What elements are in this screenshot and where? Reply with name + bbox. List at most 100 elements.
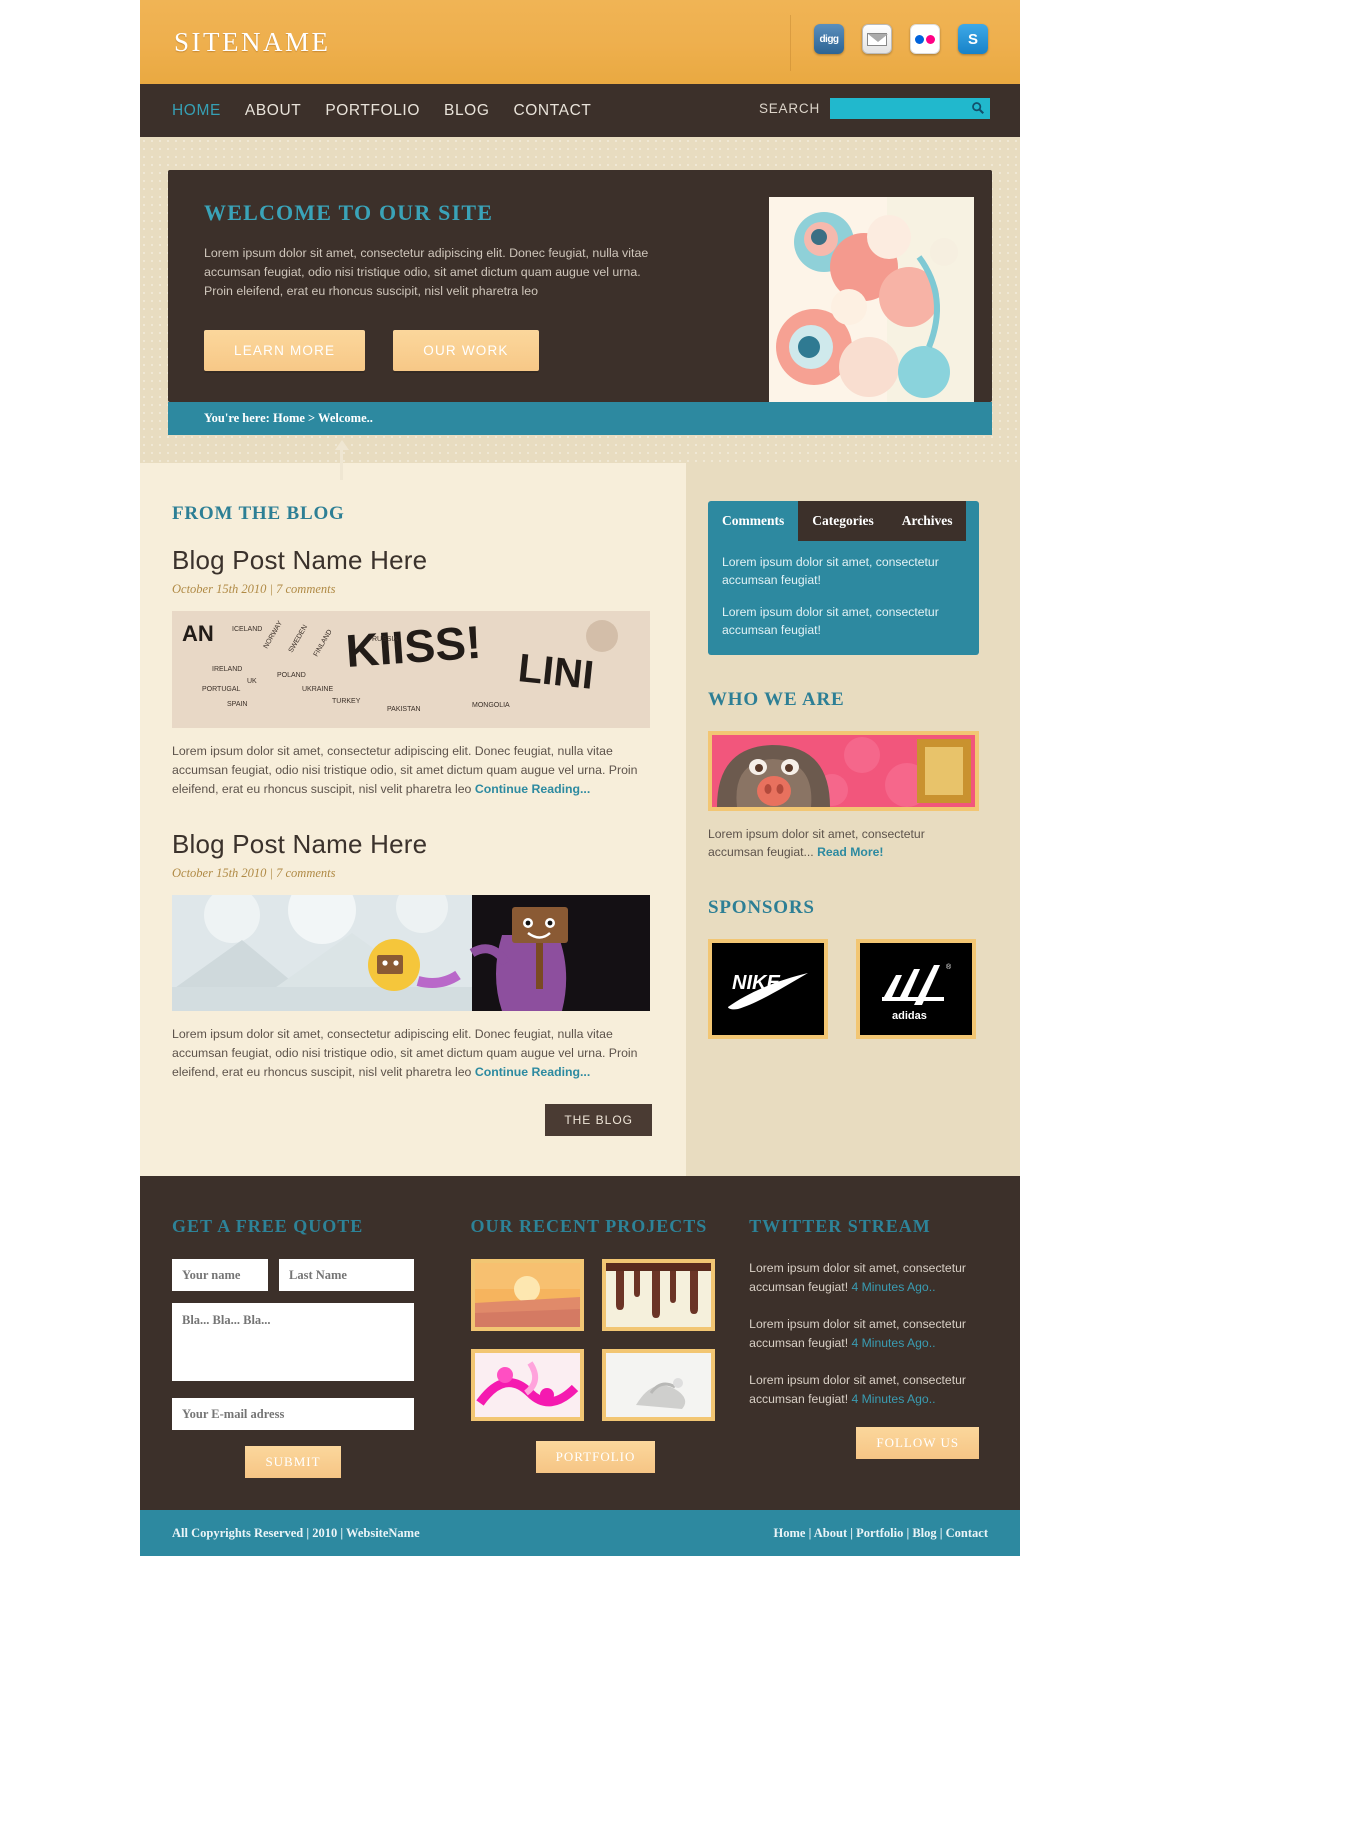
project-thumb[interactable] <box>601 1349 715 1421</box>
nav-item-contact[interactable]: CONTACT <box>513 102 591 120</box>
search-input[interactable] <box>830 101 991 116</box>
digg-icon[interactable]: digg <box>814 24 844 54</box>
blog-column: FROM THE BLOG Blog Post Name Here Octobe… <box>140 463 686 1176</box>
email-row <box>172 1398 471 1430</box>
submit-button[interactable]: SUBMIT <box>245 1446 341 1478</box>
follow-us-button[interactable]: FOLLOW US <box>856 1427 980 1459</box>
comment-item[interactable]: Lorem ipsum dolor sit amet, consectetur … <box>722 553 965 589</box>
the-blog-button[interactable]: THE BLOG <box>545 1104 652 1136</box>
tweet-item: Lorem ipsum dolor sit amet, consectetur … <box>749 1371 979 1409</box>
message-textarea[interactable] <box>172 1303 414 1381</box>
comment-item[interactable]: Lorem ipsum dolor sit amet, consectetur … <box>722 603 965 639</box>
svg-text:KIISS!: KIISS! <box>344 616 483 677</box>
svg-text:AN: AN <box>182 621 214 646</box>
blog-artwork-typography: KIISS! LINI AN ICELAND NORWAY SWEDEN FINLA… <box>172 611 650 728</box>
hero-image <box>769 197 974 409</box>
svg-text:MONGOLIA: MONGOLIA <box>472 702 510 709</box>
tab-categories[interactable]: Categories <box>798 501 888 541</box>
svg-text:UKRAINE: UKRAINE <box>302 686 333 693</box>
learn-more-button[interactable]: LEARN MORE <box>204 330 366 371</box>
email-icon[interactable] <box>862 24 892 54</box>
grey-sketch-artwork <box>605 1353 711 1417</box>
continue-reading-link[interactable]: Continue Reading... <box>475 1065 590 1079</box>
svg-text:ICELAND: ICELAND <box>232 626 262 633</box>
quote-form-column: GET A FREE QUOTE SUBMIT <box>172 1216 471 1478</box>
blog-post-meta: October 15th 2010 | 7 comments <box>172 866 336 880</box>
breadcrumb: You're here: Home > Welcome.. <box>168 402 992 435</box>
envelope-glyph <box>867 32 888 46</box>
drip-artwork <box>605 1263 711 1327</box>
first-name-input[interactable] <box>172 1259 268 1291</box>
flickr-dot-blue <box>915 34 924 44</box>
tab-comments[interactable]: Comments <box>708 501 798 541</box>
twitter-column: TWITTER STREAM Lorem ipsum dolor sit ame… <box>749 1216 988 1478</box>
continue-reading-link[interactable]: Continue Reading... <box>475 782 590 796</box>
site-header: SITENAME digg S <box>140 0 1020 84</box>
svg-text:POLAND: POLAND <box>277 672 306 679</box>
sidebar: Comments Categories Archives Lorem ipsum… <box>686 463 1020 1176</box>
nav-item-home[interactable]: HOME <box>172 102 221 120</box>
tweet-time[interactable]: 4 Minutes Ago.. <box>851 1336 935 1350</box>
tweet-item: Lorem ipsum dolor sit amet, consectetur … <box>749 1259 979 1297</box>
who-we-are-text: Lorem ipsum dolor sit amet, consectetur … <box>708 825 979 861</box>
nav-item-about[interactable]: ABOUT <box>245 102 301 120</box>
twitter-title: TWITTER STREAM <box>749 1216 931 1236</box>
blog-post: Blog Post Name Here October 15th 2010 | … <box>172 545 652 799</box>
footer-links[interactable]: Home | About | Portfolio | Blog | Contac… <box>774 1526 988 1541</box>
pointer-line <box>340 448 343 480</box>
svg-text:UK: UK <box>247 678 257 685</box>
blog-post: Blog Post Name Here October 15th 2010 | … <box>172 829 652 1082</box>
flickr-icon[interactable] <box>910 24 940 54</box>
tabs-widget: Comments Categories Archives Lorem ipsum… <box>708 501 979 655</box>
email-input[interactable] <box>172 1398 414 1430</box>
projects-column: OUR RECENT PROJECTS PORTFOLIO <box>470 1216 750 1478</box>
blog-post-title[interactable]: Blog Post Name Here <box>172 545 652 576</box>
who-we-are-image <box>708 731 979 811</box>
submit-row: SUBMIT <box>172 1446 414 1478</box>
last-name-input[interactable] <box>279 1259 414 1291</box>
our-work-button[interactable]: OUR WORK <box>393 330 539 371</box>
site-container: SITENAME digg S HOME ABOUT PORTFOLIO BLO… <box>140 0 1020 1556</box>
svg-text:LINI: LINI <box>516 646 596 698</box>
nike-logo[interactable]: NIKE <box>708 939 828 1039</box>
search-icon[interactable] <box>971 101 985 115</box>
footer-bottom-bar: All Copyrights Reserved | 2010 | Website… <box>140 1510 1020 1556</box>
svg-text:SPAIN: SPAIN <box>227 701 248 708</box>
nav-links: HOME ABOUT PORTFOLIO BLOG CONTACT <box>172 102 591 120</box>
blog-post-image <box>172 895 650 1011</box>
hero-title: WELCOME TO OUR SITE <box>204 200 494 225</box>
svg-text:adidas: adidas <box>892 1010 927 1022</box>
follow-button-row: FOLLOW US <box>749 1427 980 1459</box>
svg-text:IRELAND: IRELAND <box>212 666 242 673</box>
tweet-time[interactable]: 4 Minutes Ago.. <box>851 1392 935 1406</box>
site-logo[interactable]: SITENAME <box>174 27 331 58</box>
social-icons: digg S <box>790 15 988 71</box>
search-label: SEARCH <box>758 101 820 116</box>
blog-post-body: Lorem ipsum dolor sit amet, consectetur … <box>172 742 650 799</box>
project-thumb[interactable] <box>470 1259 584 1331</box>
who-we-are-title: WHO WE ARE <box>708 689 845 710</box>
tweet-item: Lorem ipsum dolor sit amet, consectetur … <box>749 1315 979 1353</box>
breadcrumb-text: You're here: Home > Welcome.. <box>204 411 373 425</box>
site-footer: GET A FREE QUOTE SUBMIT OUR RECENT PROJE… <box>140 1176 1020 1510</box>
tab-row: Comments Categories Archives <box>708 501 979 541</box>
read-more-link[interactable]: Read More! <box>817 845 883 859</box>
hero-buttons: LEARN MORE OUR WORK <box>204 330 539 371</box>
skype-icon[interactable]: S <box>958 24 988 54</box>
projects-title: OUR RECENT PROJECTS <box>470 1216 708 1236</box>
projects-grid <box>470 1259 721 1421</box>
adidas-logo[interactable]: adidas ® <box>856 939 976 1039</box>
project-thumb[interactable] <box>470 1349 584 1421</box>
tab-panel-comments: Lorem ipsum dolor sit amet, consectetur … <box>708 541 979 655</box>
portfolio-button-row: PORTFOLIO <box>471 1441 721 1473</box>
blog-post-title[interactable]: Blog Post Name Here <box>172 829 652 860</box>
project-thumb[interactable] <box>601 1259 715 1331</box>
svg-text:RUSSIA: RUSSIA <box>372 636 398 643</box>
content-area: FROM THE BLOG Blog Post Name Here Octobe… <box>140 463 1020 1176</box>
search-field-wrapper <box>830 98 991 119</box>
tab-archives[interactable]: Archives <box>887 501 967 541</box>
nav-item-blog[interactable]: BLOG <box>444 102 489 120</box>
tweet-time[interactable]: 4 Minutes Ago.. <box>851 1280 935 1294</box>
nav-item-portfolio[interactable]: PORTFOLIO <box>325 102 420 120</box>
portfolio-button[interactable]: PORTFOLIO <box>535 1441 656 1473</box>
